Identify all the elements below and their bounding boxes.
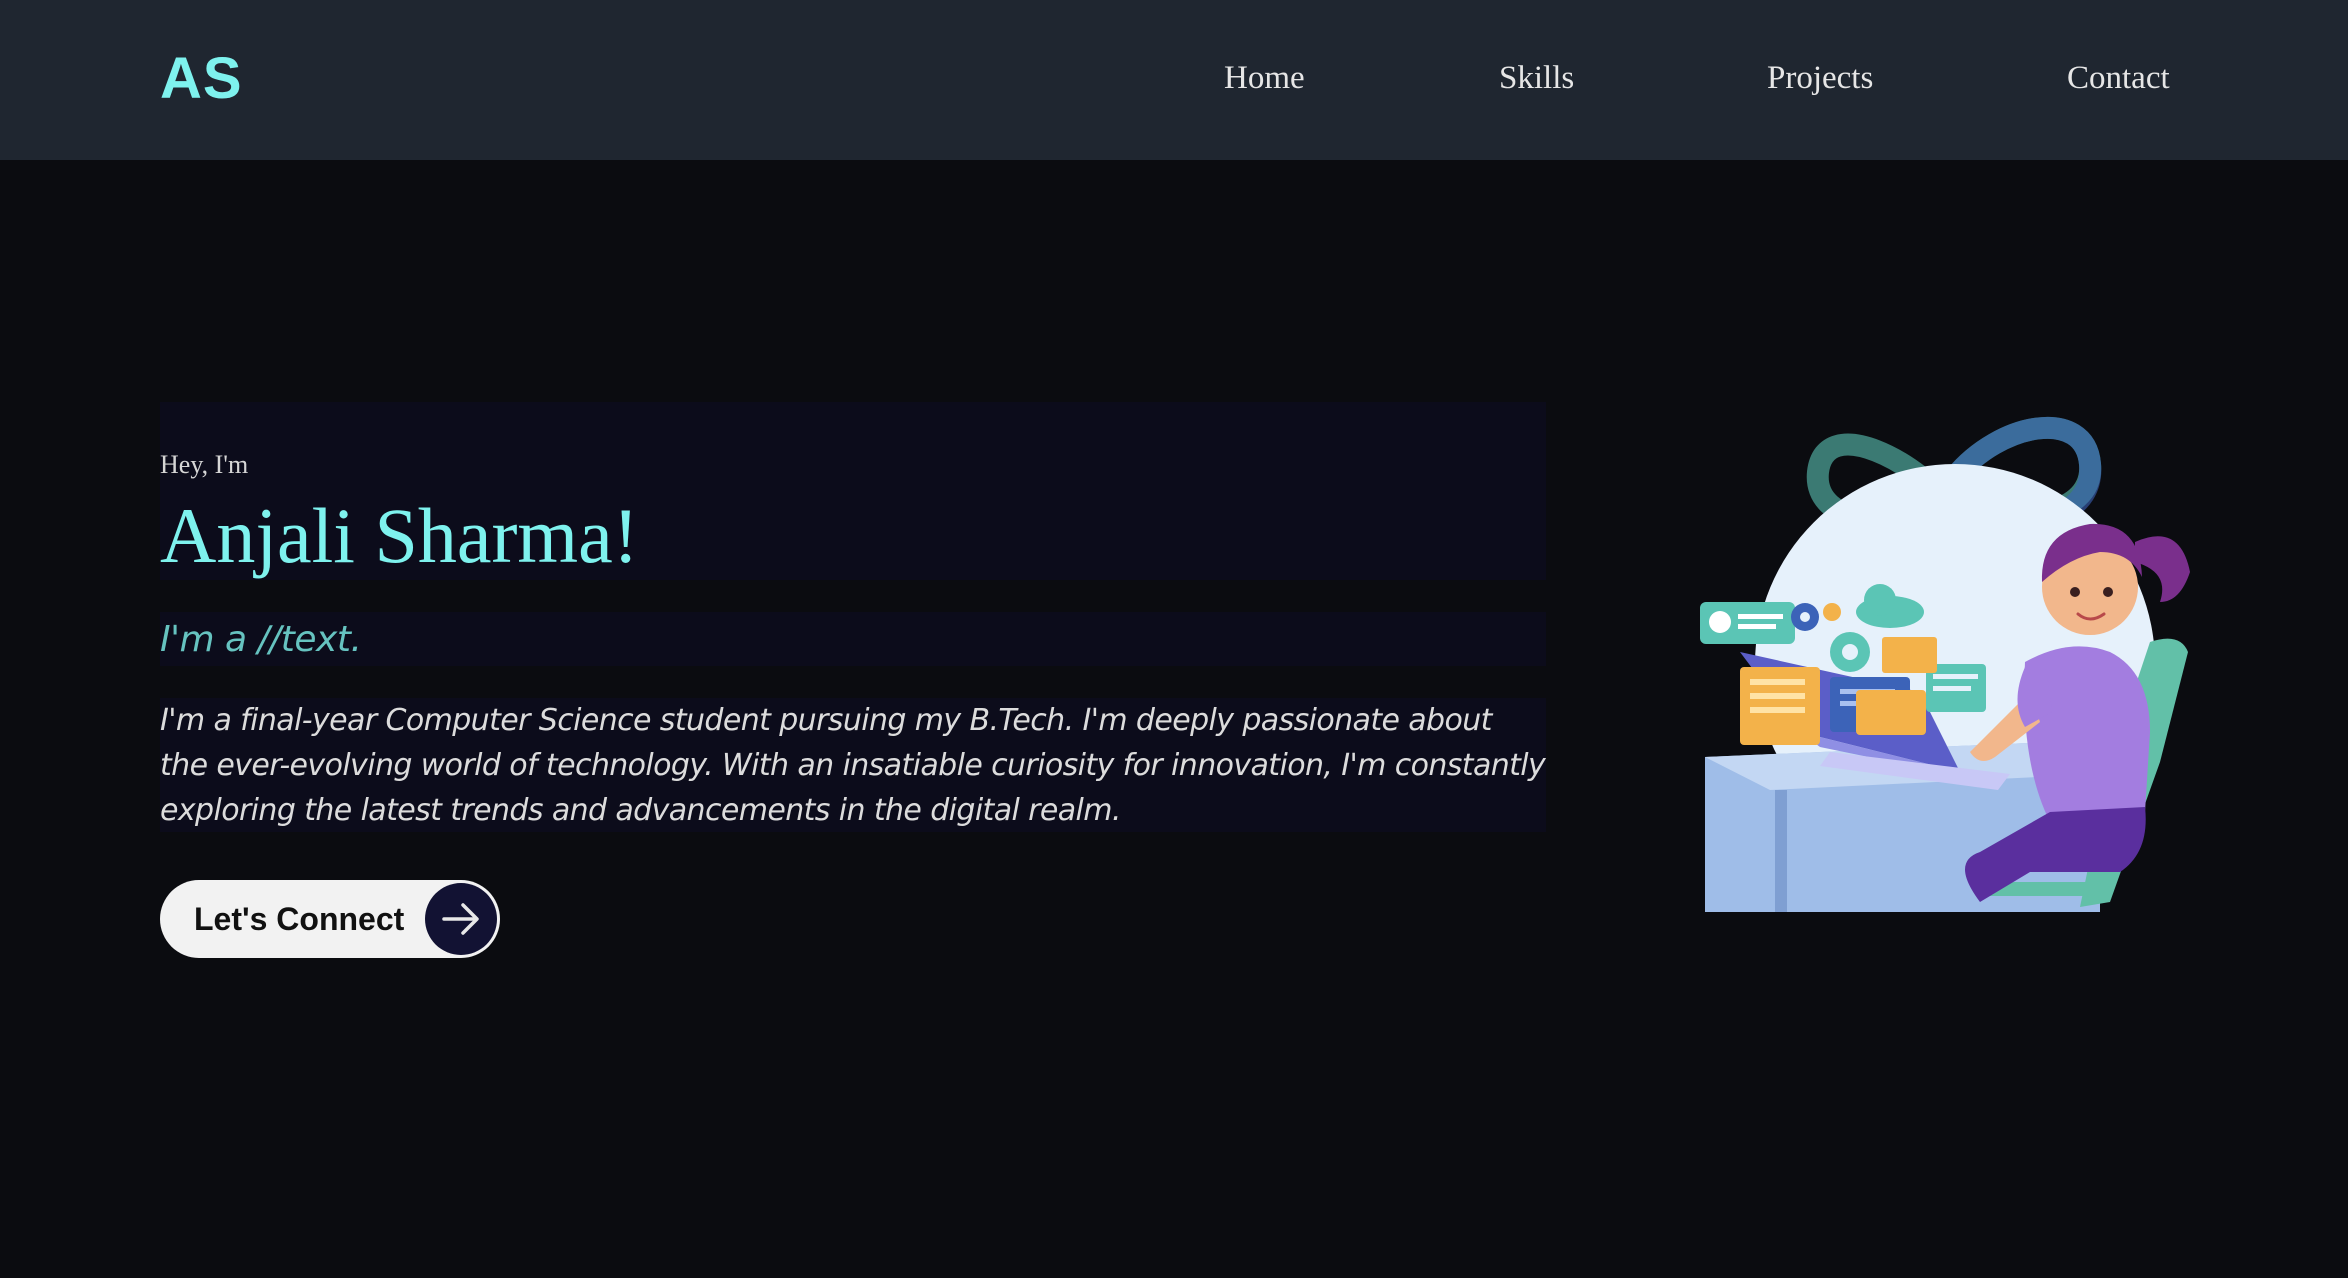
navbar: AS Home Skills Projects Contact (0, 0, 2348, 160)
hero-name: Anjali Sharma! (160, 492, 639, 579)
lets-connect-label: Let's Connect (194, 901, 405, 937)
developer-illustration (1680, 402, 2220, 922)
nav-link-home[interactable]: Home (1224, 56, 1305, 100)
lets-connect-button[interactable]: Let's Connect (160, 880, 500, 958)
nav-link-contact[interactable]: Contact (2067, 56, 2170, 100)
bio-text: I'm a final-year Computer Science studen… (160, 703, 1546, 828)
nav-link-projects[interactable]: Projects (1767, 56, 1873, 100)
role-background (160, 612, 1546, 666)
role-text: I'm a //text. (160, 619, 362, 660)
arrow-right-icon (425, 883, 497, 955)
greeting-text: Hey, I'm (160, 450, 249, 479)
nav-link-skills[interactable]: Skills (1499, 56, 1574, 100)
logo[interactable]: AS (160, 44, 243, 114)
